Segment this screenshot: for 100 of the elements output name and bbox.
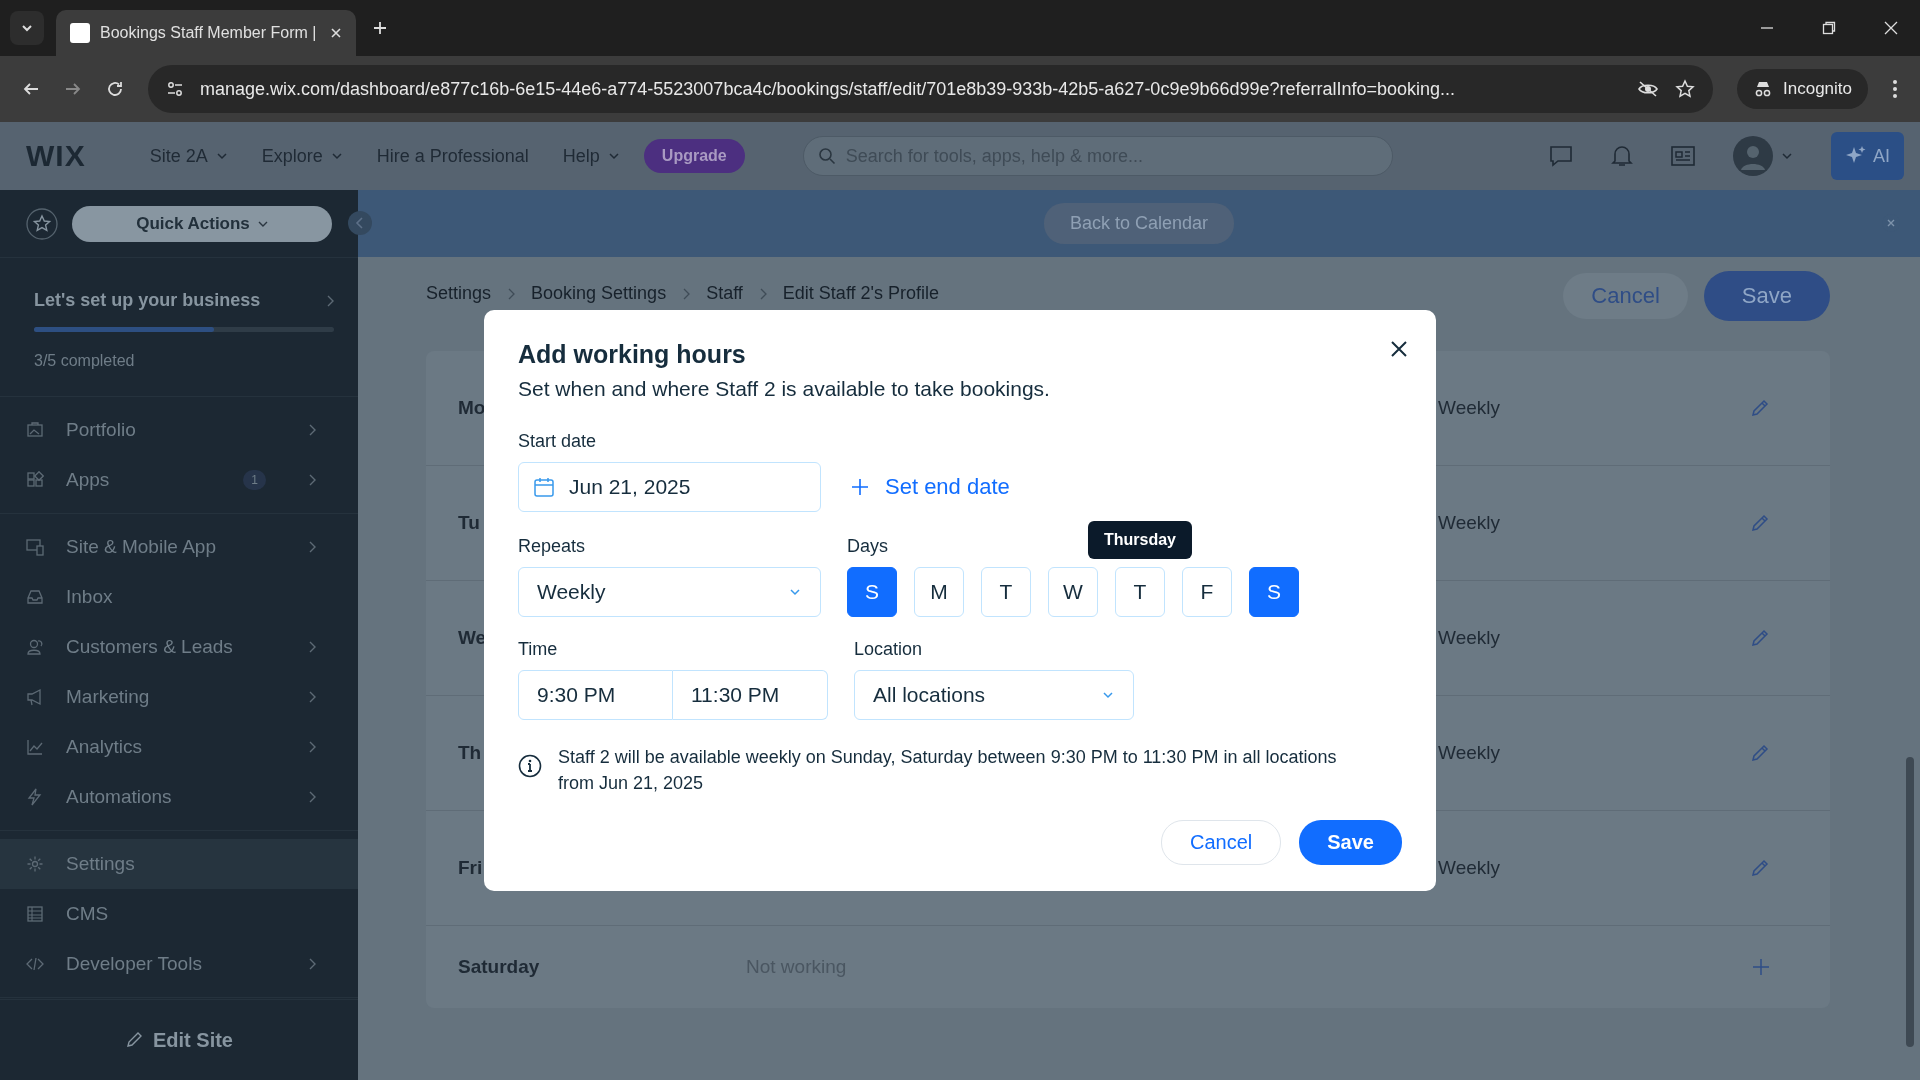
breadcrumb-link[interactable]: Staff bbox=[706, 283, 743, 304]
field-label: Location bbox=[854, 639, 923, 660]
incognito-badge[interactable]: Incognito bbox=[1737, 69, 1868, 109]
repeat-text: Weekly bbox=[1438, 627, 1500, 649]
info-icon bbox=[518, 754, 542, 778]
chevron-right-icon bbox=[308, 791, 316, 803]
sidebar-item[interactable]: Apps 1 bbox=[0, 455, 358, 505]
repeat-text: Weekly bbox=[1438, 512, 1500, 534]
chat-icon[interactable] bbox=[1549, 145, 1573, 167]
site-favicon-icon bbox=[70, 23, 90, 43]
chevron-right-icon bbox=[308, 424, 316, 436]
sidebar-item[interactable]: Site & Mobile App bbox=[0, 522, 358, 572]
day-label: Th bbox=[458, 742, 482, 763]
save-button[interactable]: Save bbox=[1703, 271, 1830, 321]
nav-menu-item[interactable]: Explore bbox=[251, 145, 353, 167]
summary-text: Staff 2 will be available weekly on Sunday, Saturday between 9:30 PM to 11:30 PM in all locations from Jun 21, 2025 bbox=[558, 746, 1338, 795]
collapse-icon[interactable] bbox=[348, 211, 372, 235]
sidebar-item[interactable]: Marketing bbox=[0, 672, 358, 722]
nav-menu-item[interactable]: Help bbox=[552, 145, 630, 167]
sidebar-item[interactable]: Developer Tools bbox=[0, 939, 358, 989]
table-icon bbox=[26, 905, 44, 923]
day-toggle[interactable]: S bbox=[847, 567, 897, 617]
sidebar-item[interactable]: Customers & Leads bbox=[0, 622, 358, 672]
sidebar-item[interactable]: Inbox bbox=[0, 572, 358, 622]
set-end-date-button[interactable]: Set end date bbox=[851, 474, 1010, 500]
browser-tab[interactable]: Bookings Staff Member Form | bbox=[56, 10, 356, 56]
day-toggle[interactable]: S bbox=[1249, 567, 1299, 617]
eye-slash-icon[interactable] bbox=[1637, 80, 1659, 98]
date-field[interactable]: Jun 21, 2025 bbox=[518, 462, 821, 512]
sidebar-item[interactable]: Settings bbox=[0, 839, 358, 889]
day-toggle[interactable]: M bbox=[914, 567, 964, 617]
chevron-down-icon bbox=[215, 150, 228, 162]
chevron-right-icon bbox=[308, 958, 316, 970]
bell-icon[interactable] bbox=[1611, 144, 1633, 168]
repeat-text: Weekly bbox=[1438, 742, 1500, 764]
day-label: Tu bbox=[458, 512, 480, 533]
dialog-subtitle: Set when and where Staff 2 is available to take bookings. bbox=[518, 377, 1050, 401]
location-dropdown[interactable]: All locations bbox=[854, 670, 1134, 720]
tooltip: Thursday bbox=[1088, 521, 1192, 559]
field-label: Time bbox=[518, 639, 558, 660]
day-label: Saturday bbox=[458, 956, 540, 977]
setup-link[interactable]: Let's set up your business bbox=[34, 290, 334, 311]
day-label: Fri bbox=[458, 857, 483, 878]
repeat-text: Weekly bbox=[1438, 857, 1500, 879]
quick-actions-button[interactable]: Quick Actions bbox=[72, 205, 332, 242]
nav-menu-item[interactable]: Site 2A bbox=[139, 145, 238, 167]
progress-text: 3/5 completed bbox=[34, 352, 136, 370]
close-icon[interactable] bbox=[1390, 340, 1408, 358]
breadcrumb-link[interactable]: Edit Staff 2's Profile bbox=[782, 283, 940, 304]
day-toggle[interactable]: W bbox=[1048, 567, 1098, 617]
repeat-text: Weekly bbox=[1438, 397, 1500, 419]
chevron-right-icon bbox=[507, 287, 516, 300]
day-label: Mo bbox=[458, 397, 486, 418]
people-icon bbox=[26, 638, 44, 656]
breadcrumb-link[interactable]: Settings bbox=[426, 283, 492, 304]
chevron-right-icon bbox=[308, 641, 316, 653]
add-icon bbox=[851, 478, 869, 496]
newspaper-icon[interactable] bbox=[1671, 146, 1695, 166]
day-toggle[interactable]: F bbox=[1182, 567, 1232, 617]
inbox-icon bbox=[26, 588, 44, 606]
portfolio-icon bbox=[26, 421, 44, 439]
chevron-down-icon bbox=[330, 150, 343, 162]
upgrade-button[interactable]: Upgrade bbox=[643, 139, 745, 173]
back-to-calendar-button[interactable]: Back to Calendar bbox=[1043, 203, 1235, 244]
repeats-dropdown[interactable]: Weekly bbox=[518, 567, 821, 617]
menu-icon[interactable] bbox=[1892, 79, 1898, 99]
breadcrumb-link[interactable]: Booking Settings bbox=[531, 283, 667, 304]
count-badge: 1 bbox=[243, 470, 266, 490]
chevron-right-icon bbox=[308, 474, 316, 486]
restore-icon[interactable] bbox=[1822, 21, 1836, 35]
start-time-field[interactable]: 9:30 PM bbox=[518, 670, 673, 720]
calendar-icon bbox=[533, 476, 555, 498]
end-time-field[interactable]: 11:30 PM bbox=[673, 670, 828, 720]
address-bar[interactable]: manage.wix.com/dashboard/e877c16b-6e15-44e6-a774-5523007bca4c/bookings/staff/edit/701e8b39-933b-42b5-a627-0c9e9b66d99e?referralInfo=booking... bbox=[148, 65, 1713, 113]
chevron-down-icon bbox=[1781, 150, 1793, 162]
nav-menu-item[interactable]: Hire a Professional bbox=[366, 145, 539, 167]
bolt-icon bbox=[26, 788, 44, 806]
sidebar-item[interactable]: CMS bbox=[0, 889, 358, 939]
day-toggle[interactable]: T bbox=[981, 567, 1031, 617]
chart-icon bbox=[26, 738, 44, 756]
day-toggle[interactable]: T bbox=[1115, 567, 1165, 617]
cancel-button[interactable]: Cancel bbox=[1161, 820, 1282, 865]
tab-list-button[interactable] bbox=[10, 11, 44, 45]
search-icon bbox=[817, 147, 836, 165]
ai-button[interactable]: AI bbox=[1831, 132, 1904, 180]
reload-icon[interactable] bbox=[106, 80, 124, 98]
chevron-right-icon bbox=[326, 294, 334, 307]
field-label: Days bbox=[847, 536, 888, 557]
field-label: Start date bbox=[518, 431, 597, 452]
sidebar-item[interactable]: Analytics bbox=[0, 722, 358, 772]
code-icon bbox=[26, 955, 44, 973]
cancel-button[interactable]: Cancel bbox=[1563, 273, 1688, 319]
save-button[interactable]: Save bbox=[1299, 820, 1402, 865]
sidebar-item[interactable]: Automations bbox=[0, 772, 358, 822]
sidebar-item[interactable]: Portfolio bbox=[0, 405, 358, 455]
wix-logo[interactable]: WIX bbox=[26, 139, 86, 173]
new-tab-icon[interactable] bbox=[372, 20, 388, 36]
chevron-right-icon bbox=[682, 287, 691, 300]
site-settings-icon[interactable] bbox=[166, 80, 184, 98]
chevron-right-icon bbox=[308, 741, 316, 753]
